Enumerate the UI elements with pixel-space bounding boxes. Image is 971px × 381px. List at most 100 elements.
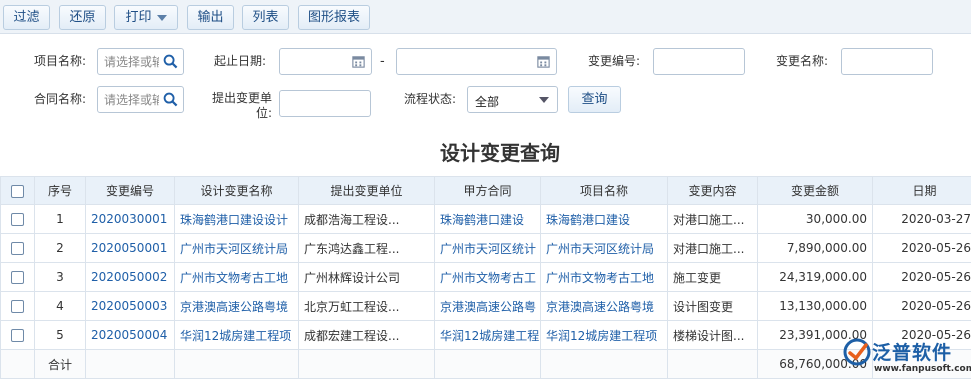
change-code-link[interactable]: 2020050001 [85, 233, 175, 263]
search-icon[interactable] [163, 92, 178, 107]
row-number: 2 [34, 233, 86, 263]
contract-link[interactable]: 广州市天河区统计 [434, 233, 541, 263]
row-select-cell[interactable] [0, 291, 35, 321]
change-content-cell: 施工变更 [667, 262, 758, 292]
reset-button[interactable]: 还原 [59, 5, 106, 30]
project-name-field[interactable] [97, 48, 184, 75]
project-link[interactable]: 广州市文物考古工地 [540, 262, 668, 292]
flow-status-select[interactable]: 全部 [467, 86, 558, 113]
column-header[interactable]: 项目名称 [540, 176, 668, 205]
change-code-link[interactable]: 2020050004 [85, 320, 175, 350]
date-range-label: 起止日期: [213, 54, 266, 68]
submit-unit-field[interactable] [279, 90, 371, 117]
submit-unit-label: 提出变更单位: [211, 91, 272, 120]
row-checkbox[interactable] [11, 271, 24, 284]
project-link[interactable]: 京港澳高速公路粤境 [540, 291, 668, 321]
change-name-link[interactable]: 京港澳高速公路粤境 [174, 291, 299, 321]
row-checkbox[interactable] [11, 242, 24, 255]
search-icon[interactable] [163, 54, 178, 69]
empty-cell [540, 349, 668, 379]
submit-unit-cell: 成都浩海工程设... [298, 204, 435, 234]
filter-button[interactable]: 过滤 [3, 5, 50, 30]
date-cell: 2020-05-26 [872, 291, 971, 321]
select-all-checkbox[interactable] [11, 184, 24, 198]
columns-button[interactable]: 列表 [242, 5, 289, 30]
change-content-cell: 对港口施工... [667, 233, 758, 263]
end-date-input[interactable] [397, 49, 556, 74]
table-row[interactable]: 5 2020050004 华润12城房建工程项 成都宏建工程设... 华润12城… [0, 320, 971, 350]
change-code-link[interactable]: 2020030001 [85, 204, 175, 234]
chevron-down-icon [539, 97, 549, 103]
change-name-link[interactable]: 广州市天河区统计局 [174, 233, 299, 263]
start-date-field[interactable] [279, 48, 372, 75]
change-no-label: 变更编号: [587, 54, 640, 68]
row-number: 4 [34, 291, 86, 321]
date-cell: 2020-05-26 [872, 233, 971, 263]
chart-report-button[interactable]: 图形报表 [298, 5, 370, 30]
calendar-icon[interactable] [351, 54, 366, 69]
amount-cell: 30,000.00 [757, 204, 873, 234]
row-select-cell[interactable] [0, 204, 35, 234]
chevron-down-icon [156, 14, 167, 21]
empty-cell [0, 349, 35, 379]
table-row[interactable]: 1 2020030001 珠海鹤港口建设设计 成都浩海工程设... 珠海鹤港口建… [0, 204, 971, 234]
contract-link[interactable]: 珠海鹤港口建设 [434, 204, 541, 234]
contract-link[interactable]: 华润12城房建工程 [434, 320, 541, 350]
change-name-link[interactable]: 珠海鹤港口建设设计 [174, 204, 299, 234]
row-select-cell[interactable] [0, 262, 35, 292]
change-content-cell: 对港口施工... [667, 204, 758, 234]
submit-unit-input[interactable] [280, 91, 370, 116]
flow-status-label: 流程状态: [403, 92, 456, 106]
amount-cell: 7,890,000.00 [757, 233, 873, 263]
row-checkbox[interactable] [11, 329, 24, 342]
empty-cell [667, 349, 758, 379]
column-header[interactable]: 变更金额 [757, 176, 873, 205]
change-name-field[interactable] [841, 48, 933, 75]
flow-status-value: 全部 [475, 95, 500, 109]
column-header[interactable]: 序号 [34, 176, 86, 205]
print-label: 打印 [125, 10, 152, 25]
row-select-cell[interactable] [0, 320, 35, 350]
table-row[interactable]: 2 2020050001 广州市天河区统计局 广东鸿达鑫工程... 广州市天河区… [0, 233, 971, 263]
column-header[interactable]: 设计变更名称 [174, 176, 299, 205]
total-label: 合计 [34, 349, 86, 379]
empty-cell [434, 349, 541, 379]
row-number: 5 [34, 320, 86, 350]
column-header[interactable]: 变更内容 [667, 176, 758, 205]
change-name-link[interactable]: 华润12城房建工程项 [174, 320, 299, 350]
row-checkbox[interactable] [11, 300, 24, 313]
select-all-cell[interactable] [0, 176, 35, 205]
total-row: 合计 68,760,000.00 [0, 349, 971, 379]
calendar-icon[interactable] [536, 54, 551, 69]
contract-link[interactable]: 广州市文物考古工 [434, 262, 541, 292]
contract-name-field[interactable] [97, 86, 184, 113]
empty-cell [298, 349, 435, 379]
change-no-input[interactable] [654, 49, 744, 74]
column-header[interactable]: 变更编号 [85, 176, 175, 205]
export-button[interactable]: 输出 [187, 5, 234, 30]
date-cell: 2020-05-26 [872, 262, 971, 292]
contract-link[interactable]: 京港澳高速公路粤 [434, 291, 541, 321]
project-link[interactable]: 珠海鹤港口建设 [540, 204, 668, 234]
table-row[interactable]: 3 2020050002 广州市文物考古工地 广州林辉设计公司 广州市文物考古工… [0, 262, 971, 292]
column-header[interactable]: 日期 [872, 176, 971, 205]
change-code-link[interactable]: 2020050003 [85, 291, 175, 321]
row-select-cell[interactable] [0, 233, 35, 263]
column-header[interactable]: 甲方合同 [434, 176, 541, 205]
project-link[interactable]: 广州市天河区统计局 [540, 233, 668, 263]
row-number: 3 [34, 262, 86, 292]
row-checkbox[interactable] [11, 213, 24, 226]
column-header[interactable]: 提出变更单位 [298, 176, 435, 205]
project-link[interactable]: 华润12城房建工程项 [540, 320, 668, 350]
change-name-link[interactable]: 广州市文物考古工地 [174, 262, 299, 292]
query-button[interactable]: 查询 [568, 86, 621, 113]
end-date-field[interactable] [396, 48, 557, 75]
change-code-link[interactable]: 2020050002 [85, 262, 175, 292]
page-title: 设计变更查询 [440, 141, 560, 165]
table-header-row: 序号 变更编号 设计变更名称 提出变更单位 甲方合同 项目名称 变更内容 变更金… [0, 176, 971, 205]
change-no-field[interactable] [653, 48, 745, 75]
change-name-input[interactable] [842, 49, 932, 74]
table-row[interactable]: 4 2020050003 京港澳高速公路粤境 北京万虹工程设... 京港澳高速公… [0, 291, 971, 321]
brand-logo: 泛普软件 www.fanpusoft.com [842, 334, 971, 381]
print-button[interactable]: 打印 [114, 5, 178, 30]
